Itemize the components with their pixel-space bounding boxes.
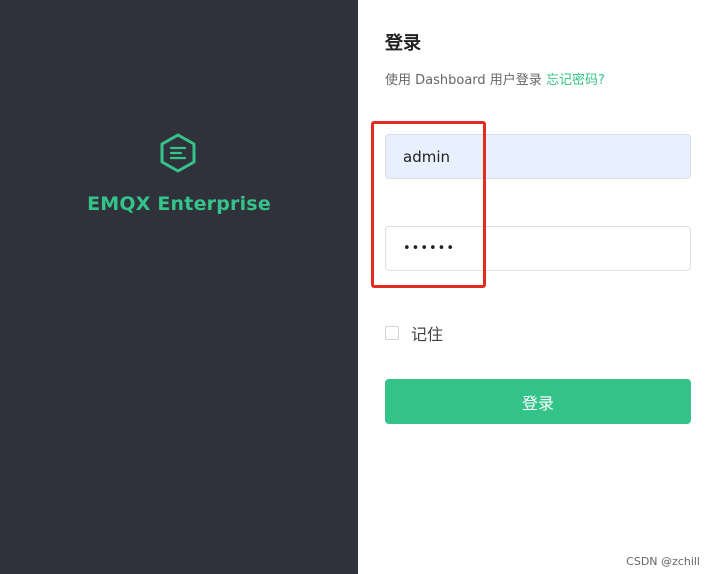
remember-checkbox[interactable] [385, 326, 399, 340]
login-title: 登录 [385, 33, 421, 54]
emqx-logo-icon [160, 133, 196, 173]
remember-me[interactable]: 记住 [385, 321, 443, 345]
login-button[interactable]: 登录 [385, 379, 691, 424]
login-subtitle: 使用 Dashboard 用户登录 忘记密码? [385, 69, 605, 88]
subtitle-text: 使用 Dashboard 用户登录 [385, 73, 542, 88]
data-rain-decoration [1, 300, 354, 574]
remember-label: 记住 [411, 325, 444, 344]
watermark: CSDN @zchill [626, 555, 700, 568]
annotation-highlight-box [371, 121, 486, 288]
forgot-password-link[interactable]: 忘记密码? [546, 73, 605, 88]
brand-name: EMQX Enterprise [87, 193, 271, 215]
brand-panel: EMQX Enterprise [0, 0, 358, 574]
